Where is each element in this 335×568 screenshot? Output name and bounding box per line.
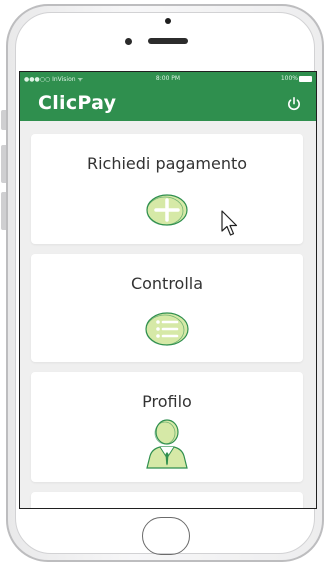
mouse-cursor-icon	[221, 210, 238, 236]
earpiece-speaker	[148, 38, 188, 44]
list-icon	[145, 312, 189, 346]
card-label: Controlla	[130, 274, 204, 293]
power-icon[interactable]	[286, 96, 302, 112]
proximity-sensor	[165, 18, 171, 24]
next-card[interactable]	[31, 492, 303, 508]
volume-up-button	[1, 145, 6, 183]
app-screen: ●●●○○ InVision ᯤ 8:00 PM 100% ClicPay Ri…	[19, 71, 317, 509]
card-label: Richiedi pagamento	[86, 154, 248, 173]
status-bar: ●●●○○ InVision ᯤ 8:00 PM 100%	[24, 75, 312, 84]
home-button[interactable]	[142, 517, 190, 555]
profilo-card[interactable]: Profilo	[31, 372, 303, 482]
status-time: 8:00 PM	[155, 75, 181, 82]
app-title: ClicPay	[38, 92, 117, 114]
app-header: ●●●○○ InVision ᯤ 8:00 PM 100% ClicPay	[20, 72, 316, 121]
battery-icon	[299, 76, 312, 82]
card-label: Profilo	[142, 392, 192, 411]
controlla-card[interactable]: Controlla	[31, 254, 303, 362]
battery-percent: 100%	[280, 75, 298, 82]
mute-switch	[1, 110, 6, 130]
front-camera	[125, 38, 132, 45]
user-icon	[146, 419, 188, 469]
plus-circle-icon	[146, 194, 188, 226]
request-payment-card[interactable]: Richiedi pagamento	[31, 134, 303, 244]
volume-down-button	[1, 192, 6, 230]
